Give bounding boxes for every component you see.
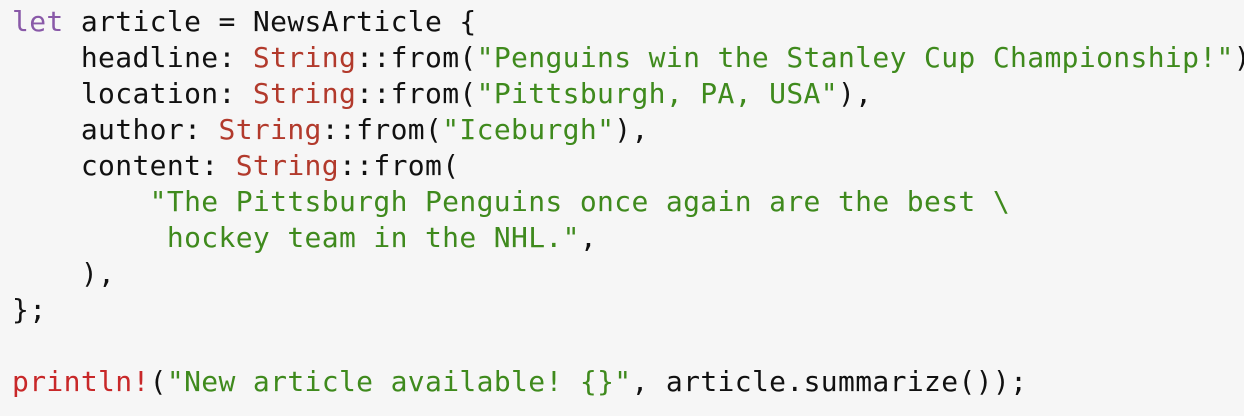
code-token-text: , xyxy=(579,221,598,254)
code-line: author: String::from("Iceburgh"), xyxy=(12,112,1244,148)
code-token-text: ), xyxy=(12,257,116,290)
code-token-text: author: xyxy=(12,113,219,146)
code-line: content: String::from( xyxy=(12,148,1244,184)
code-token-text: ), xyxy=(1234,41,1244,74)
code-token-text: ( xyxy=(149,365,167,398)
code-token-type: String xyxy=(252,41,357,74)
code-token-type: String xyxy=(235,149,339,182)
code-token-text: ::from( xyxy=(338,149,460,182)
code-line: headline: String::from("Penguins win the… xyxy=(12,40,1244,76)
code-token-keyword: let xyxy=(12,5,64,38)
code-token-text: , article.summarize()); xyxy=(631,365,1028,398)
code-line: let article = NewsArticle { xyxy=(12,4,1244,40)
code-line: location: String::from("Pittsburgh, PA, … xyxy=(12,76,1244,112)
code-line: println!("New article available! {}", ar… xyxy=(12,364,1244,400)
code-token-type: String xyxy=(218,113,322,146)
code-line: }; xyxy=(12,292,1244,328)
code-token-text: }; xyxy=(12,293,47,326)
code-token-text: content: xyxy=(12,149,236,182)
code-line: ), xyxy=(12,256,1244,292)
code-token-string: "Pittsburgh, PA, USA" xyxy=(476,77,838,110)
code-token-text: article = NewsArticle { xyxy=(63,5,477,38)
code-token-text: ::from( xyxy=(321,113,443,146)
code-token-string: "New article available! {}" xyxy=(166,365,632,398)
code-line: hockey team in the NHL.", xyxy=(12,220,1244,256)
code-token-type: String xyxy=(252,77,357,110)
code-token-string: "Penguins win the Stanley Cup Championsh… xyxy=(476,41,1234,74)
code-token-text: ), xyxy=(614,113,649,146)
code-token-string: "The Pittsburgh Penguins once again are … xyxy=(12,185,1011,218)
code-line: "The Pittsburgh Penguins once again are … xyxy=(12,184,1244,220)
code-token-string: "Iceburgh" xyxy=(442,113,615,146)
code-token-text: location: xyxy=(12,77,253,110)
code-token-text: ), xyxy=(837,77,873,110)
code-token-string: hockey team in the NHL." xyxy=(12,221,580,254)
code-token-text: ::from( xyxy=(356,41,477,74)
code-token-text: headline: xyxy=(12,41,253,74)
code-block: let article = NewsArticle { headline: St… xyxy=(0,0,1244,416)
code-token-text: ::from( xyxy=(356,77,477,110)
code-token-macro: println! xyxy=(12,365,150,398)
